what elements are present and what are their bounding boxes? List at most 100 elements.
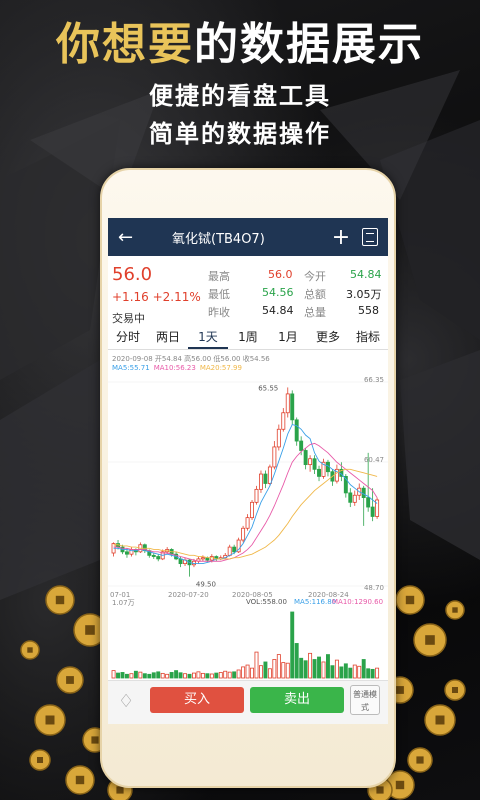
x-date-2: 2020-08-05: [232, 591, 273, 598]
volume-bar: [285, 662, 290, 679]
candle-body: [317, 468, 321, 477]
volume-value: 558: [358, 304, 379, 317]
nav-bar: ← 氧化铽(TB4O7) +: [108, 218, 388, 256]
ma20-legend: MA20:57.99: [199, 364, 242, 372]
back-arrow-icon[interactable]: ←: [118, 227, 142, 248]
app-screen: ← 氧化铽(TB4O7) + 56.0 +1.16 +2.11% 交易中 最高 …: [108, 218, 388, 724]
ma10-legend: MA10:56.23: [153, 364, 196, 372]
volume-bar: [151, 672, 156, 679]
volume-bar: [232, 671, 237, 679]
amount-value: 3.05万: [346, 288, 382, 301]
kline-svg: 66.35 60.47 48.70 65.55 49.50 07-01 2020…: [108, 376, 388, 599]
candle-body: [361, 487, 366, 499]
candle-body: [232, 546, 237, 553]
amount-label: 总额: [304, 288, 326, 301]
volume-bar: [156, 671, 161, 679]
candle-body: [250, 501, 254, 519]
open-value: 54.84: [350, 268, 382, 281]
y-axis-top: 66.35: [364, 376, 384, 384]
tab-timeshare[interactable]: 分时: [108, 326, 148, 349]
tab-1week[interactable]: 1周: [228, 326, 268, 349]
candle-body: [312, 458, 317, 470]
headline: 你想要的数据展示: [0, 8, 480, 72]
tab-more[interactable]: 更多: [308, 326, 348, 349]
candle-body: [303, 450, 308, 466]
candle-body: [267, 466, 272, 484]
volume-bar: [245, 664, 250, 679]
volume-bar: [321, 661, 326, 679]
open-label: 今开: [304, 270, 326, 283]
volume-chart: [108, 608, 388, 688]
candle-body: [156, 556, 161, 560]
candle-body: [200, 557, 205, 560]
kline-chart[interactable]: 66.35 60.47 48.70 65.55 49.50 07-01 2020…: [108, 372, 388, 599]
candle-body: [370, 506, 375, 517]
high-label: 最高: [208, 270, 230, 283]
mode-toggle-button[interactable]: 普通模式: [350, 685, 380, 715]
ma5-legend: MA5:55.71: [112, 364, 150, 372]
volume-bar: [330, 665, 335, 679]
trading-status: 交易中: [112, 312, 145, 325]
bell-icon[interactable]: ♢: [118, 691, 134, 712]
volume-label: 总量: [304, 306, 326, 319]
volume-bar: [303, 660, 308, 679]
headline-part2: 的数据展示: [194, 19, 424, 70]
volume-bar: [272, 659, 277, 679]
volume-bar: [312, 659, 317, 679]
candle-body: [294, 419, 299, 442]
volume-bar: [223, 670, 228, 679]
volume-header: 1.07万 VOL:558.00 MA5:116.80 MA10:1290.60: [108, 598, 388, 608]
volume-bar: [339, 666, 344, 679]
headline-part1: 你想要: [56, 19, 194, 70]
candle-body: [299, 440, 304, 451]
volume-bar: [174, 670, 179, 679]
volume-bar: [218, 672, 223, 679]
ma10-line: [113, 442, 378, 562]
candle-body: [272, 446, 277, 468]
volume-bar: [192, 672, 196, 679]
volume-bar: [124, 673, 129, 679]
volume-svg: [111, 611, 380, 679]
volume-bar: [200, 672, 205, 679]
y-axis-mid: 60.47: [364, 456, 384, 464]
volume-bar: [254, 651, 259, 679]
x-date-3: 2020-08-24: [308, 591, 349, 598]
volume-bar: [138, 671, 143, 679]
quote-panel: 56.0 +1.16 +2.11% 交易中 最高 56.0 今开 54.84 最…: [108, 256, 388, 326]
volume-bar: [267, 668, 272, 679]
tab-1day[interactable]: 1天: [188, 326, 228, 349]
prev-close-label: 昨收: [208, 306, 230, 319]
volume-bar: [147, 673, 152, 679]
buy-button[interactable]: 买入: [150, 687, 244, 713]
volume-bar: [227, 671, 232, 679]
tab-1month[interactable]: 1月: [268, 326, 308, 349]
candle-body: [254, 488, 259, 503]
volume-bar: [348, 667, 353, 679]
subtitle-1: 便捷的看盘工具: [149, 82, 331, 110]
low-marker: 49.50: [196, 581, 216, 589]
bottom-bar: ♢ 买入 卖出 普通模式: [108, 680, 388, 724]
volume-bar: [120, 672, 125, 679]
volume-bar: [205, 673, 210, 679]
volume-bar: [370, 668, 375, 679]
volume-bar: [357, 665, 362, 679]
plus-icon[interactable]: +: [326, 225, 356, 250]
volume-bar: [160, 672, 165, 679]
volume-bar: [375, 667, 380, 679]
volume-bar: [334, 659, 339, 679]
volume-bar: [317, 656, 321, 679]
volume-bar: [263, 661, 268, 679]
tab-two-day[interactable]: 两日: [148, 326, 188, 349]
candle-body: [263, 473, 268, 484]
x-date-0: 07-01: [110, 591, 130, 598]
volume-bar: [290, 611, 295, 679]
volume-bar: [133, 670, 138, 679]
volume-bar: [294, 643, 299, 679]
sell-button[interactable]: 卖出: [250, 687, 344, 713]
tab-indicator[interactable]: 指标: [348, 326, 388, 349]
volume-bar: [281, 662, 286, 679]
candle-body: [245, 517, 250, 529]
document-icon[interactable]: [362, 228, 378, 246]
volume-bar: [241, 666, 246, 679]
candle-body: [352, 494, 357, 503]
